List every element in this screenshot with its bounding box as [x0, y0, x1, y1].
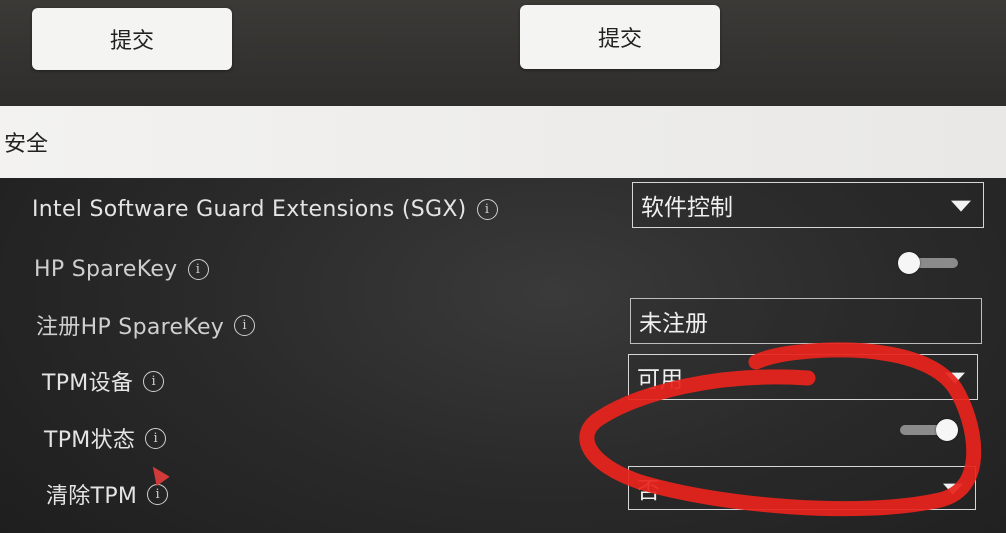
submit-button-right[interactable]: 提交: [520, 5, 720, 69]
tpm-device-select[interactable]: 可用: [628, 354, 978, 400]
register-sparekey-value: 未注册: [639, 311, 708, 337]
chevron-down-icon: [943, 483, 963, 495]
section-header-security: 安全: [0, 106, 1006, 178]
info-icon[interactable]: i: [476, 198, 498, 220]
info-icon[interactable]: i: [187, 258, 209, 280]
register-sparekey-label-row: 注册HP SpareKey i: [36, 308, 256, 342]
chevron-down-icon: [951, 200, 971, 212]
register-sparekey-label: 注册HP SpareKey: [36, 315, 225, 340]
tpm-state-label: TPM状态: [44, 428, 136, 453]
info-icon[interactable]: i: [143, 370, 165, 392]
tpm-device-label-row: TPM设备 i: [42, 364, 165, 398]
toggle-knob: [898, 252, 920, 274]
tpm-device-value: 可用: [637, 367, 683, 393]
clear-tpm-value: 否: [637, 478, 660, 504]
info-icon[interactable]: i: [145, 427, 167, 449]
sparekey-toggle[interactable]: [898, 252, 960, 274]
tpm-state-label-row: TPM状态 i: [44, 421, 167, 455]
sgx-label-row: Intel Software Guard Extensions (SGX) i: [32, 192, 498, 226]
tpm-device-label: TPM设备: [42, 371, 134, 396]
section-title: 安全: [4, 132, 49, 157]
toggle-knob: [936, 419, 958, 441]
sgx-label: Intel Software Guard Extensions (SGX): [32, 196, 467, 222]
tpm-state-toggle[interactable]: [896, 419, 958, 441]
register-sparekey-field: 未注册: [630, 298, 982, 344]
chevron-down-icon: [945, 372, 965, 384]
sgx-select[interactable]: 软件控制: [632, 182, 984, 228]
info-icon[interactable]: i: [234, 314, 256, 336]
clear-tpm-select[interactable]: 否: [628, 466, 976, 510]
submit-button-left[interactable]: 提交: [32, 8, 232, 70]
sparekey-label-row: HP SpareKey i: [34, 252, 209, 286]
info-icon[interactable]: i: [147, 483, 169, 505]
clear-tpm-label: 清除TPM: [46, 484, 138, 509]
sgx-select-value: 软件控制: [641, 195, 733, 221]
sparekey-label: HP SpareKey: [34, 256, 178, 282]
clear-tpm-label-row: 清除TPM i: [46, 477, 169, 511]
